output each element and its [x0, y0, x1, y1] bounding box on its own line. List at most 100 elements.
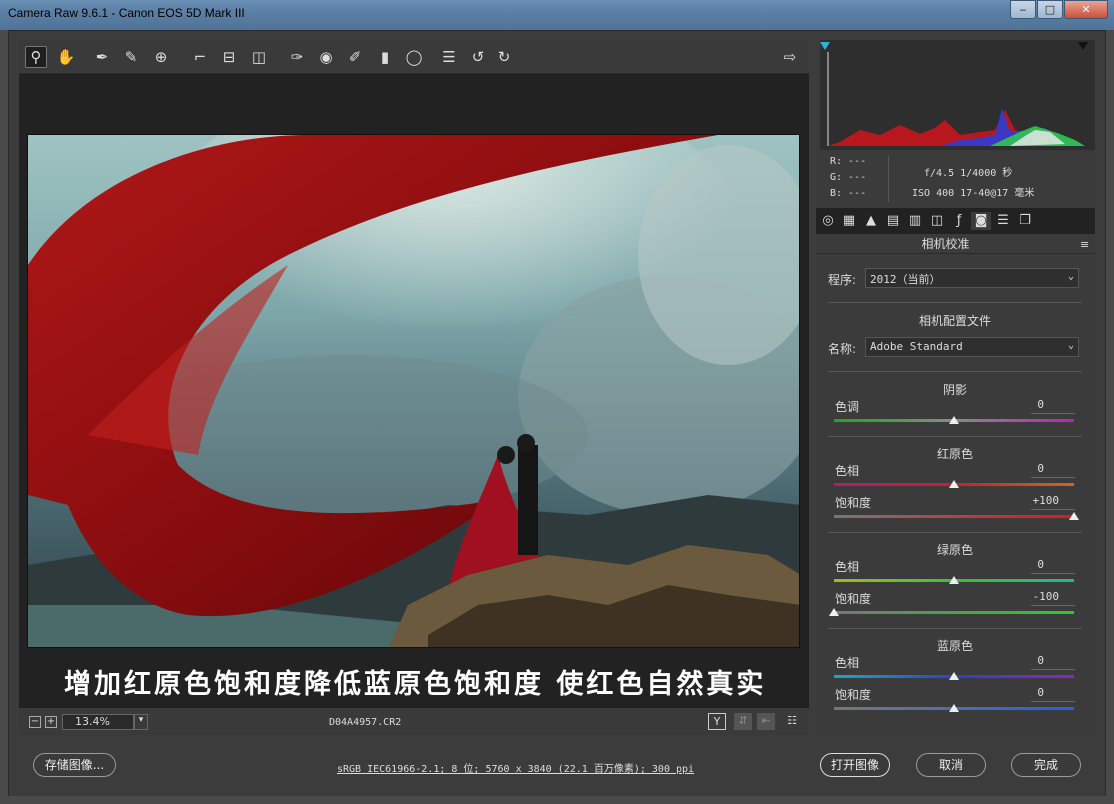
- red-saturation-slider[interactable]: [834, 515, 1074, 518]
- readout-b: B: ---: [830, 188, 867, 199]
- adjustment-brush-icon[interactable]: ✐: [344, 46, 366, 68]
- radial-filter-icon[interactable]: ◯: [403, 46, 425, 68]
- zoom-level-field[interactable]: 13.4%: [62, 714, 134, 730]
- shadows-header: 阴影: [942, 383, 967, 397]
- green-saturation-value[interactable]: -100: [1015, 590, 1060, 603]
- cancel-button[interactable]: 取消: [916, 753, 986, 777]
- blue-saturation-label: 饱和度: [835, 688, 872, 702]
- tool-bar: ⚲ ✋ ✒ ✎ ⊕ ⌐ ⊟ ◫ ✑ ◉ ✐ ▮ ◯ ☰ ↺ ↻ ⇨: [19, 40, 809, 74]
- exif-iso-lens: ISO 400 17-40@17 毫米: [912, 188, 1035, 199]
- green-primary-header: 绿原色: [936, 543, 973, 557]
- blue-primary-header: 蓝原色: [936, 639, 973, 653]
- value-underline: [1031, 669, 1075, 670]
- workflow-options-link[interactable]: sRGB IEC61966-2.1; 8 位; 5760 x 3840 (22.…: [337, 760, 694, 775]
- close-button[interactable]: ✕: [1064, 0, 1108, 19]
- before-after-button[interactable]: Y: [708, 713, 726, 730]
- white-balance-icon[interactable]: ✒: [91, 46, 113, 68]
- rotate-left-icon[interactable]: ↺: [467, 46, 489, 68]
- rotate-right-icon[interactable]: ↻: [493, 46, 515, 68]
- effects-tab-icon[interactable]: ƒ: [949, 212, 969, 230]
- basic-tab-icon[interactable]: ◎: [818, 212, 838, 230]
- panel-title: 相机校准: [921, 237, 970, 251]
- shadows-tint-value[interactable]: 0: [1000, 398, 1044, 411]
- red-eye-icon[interactable]: ◉: [315, 46, 337, 68]
- green-hue-label: 色相: [835, 560, 860, 574]
- tone-curve-tab-icon[interactable]: ▦: [839, 212, 859, 230]
- highlight-clipping-icon: [1078, 42, 1088, 50]
- histogram-graph: [820, 42, 1088, 146]
- snapshots-tab-icon[interactable]: ❐: [1015, 212, 1035, 230]
- window-controls: ‒ □ ✕: [1009, 0, 1108, 20]
- swap-settings-icon[interactable]: ⇵: [734, 713, 752, 730]
- red-hue-value[interactable]: 0: [1000, 462, 1044, 475]
- copy-settings-icon[interactable]: ⇤: [757, 713, 775, 730]
- blue-hue-thumb[interactable]: [949, 672, 959, 680]
- panel-menu-icon[interactable]: ≡: [1080, 238, 1089, 251]
- hand-icon[interactable]: ✋: [55, 46, 77, 68]
- open-image-button[interactable]: 打开图像: [820, 753, 890, 777]
- green-saturation-thumb[interactable]: [829, 608, 839, 616]
- divider: [828, 302, 1082, 303]
- blue-hue-value[interactable]: 0: [1000, 654, 1044, 667]
- blue-saturation-thumb[interactable]: [949, 704, 959, 712]
- preview-status-bar: − + 13.4% ▾ D04A4957.CR2 Y ⇵ ⇤ ☷: [19, 708, 809, 735]
- value-underline: [1031, 477, 1075, 478]
- file-name: D04A4957.CR2: [329, 717, 402, 728]
- profile-header: 相机配置文件: [918, 314, 991, 328]
- lens-corrections-tab-icon[interactable]: ◫: [927, 212, 947, 230]
- zoom-out-button[interactable]: −: [29, 716, 41, 728]
- window-title: Camera Raw 9.6.1 - Canon EOS 5D Mark III: [8, 6, 245, 20]
- profile-value: Adobe Standard: [870, 340, 963, 353]
- red-saturation-thumb[interactable]: [1069, 512, 1079, 520]
- straighten-icon[interactable]: ⊟: [218, 46, 240, 68]
- title-bar: Camera Raw 9.6.1 - Canon EOS 5D Mark III…: [0, 0, 1114, 30]
- zoom-icon[interactable]: ⚲: [25, 46, 47, 68]
- shadows-tint-thumb[interactable]: [949, 416, 959, 424]
- targeted-adjustment-icon[interactable]: ⊕: [150, 46, 172, 68]
- profile-select[interactable]: Adobe Standard ⌄: [865, 337, 1079, 357]
- panel-tabs: ◎ ▦ ▲ ▤ ▥ ◫ ƒ ◙ ☰ ❐: [816, 208, 1095, 234]
- split-toning-tab-icon[interactable]: ▥: [905, 212, 925, 230]
- value-underline: [1031, 573, 1075, 574]
- detail-tab-icon[interactable]: ▲: [861, 212, 881, 230]
- green-saturation-slider[interactable]: [834, 611, 1074, 614]
- process-select[interactable]: 2012（当前） ⌄: [865, 268, 1079, 288]
- red-saturation-value[interactable]: +100: [1015, 494, 1060, 507]
- green-saturation-label: 饱和度: [835, 592, 872, 606]
- save-image-button[interactable]: 存储图像...: [33, 753, 116, 777]
- readout-divider: [888, 156, 889, 202]
- open-preferences-icon[interactable]: ⇨: [779, 46, 801, 68]
- process-value: 2012（当前）: [870, 273, 941, 286]
- divider: [828, 436, 1082, 437]
- spot-removal-icon[interactable]: ✑: [286, 46, 308, 68]
- value-underline: [1031, 605, 1075, 606]
- preview-image[interactable]: [27, 134, 800, 648]
- minimize-button[interactable]: ‒: [1010, 0, 1036, 19]
- blue-saturation-value[interactable]: 0: [1000, 686, 1044, 699]
- blue-hue-label: 色相: [835, 656, 860, 670]
- green-hue-thumb[interactable]: [949, 576, 959, 584]
- transform-icon[interactable]: ◫: [248, 46, 270, 68]
- color-sampler-icon[interactable]: ✎: [120, 46, 142, 68]
- shadows-tint-label: 色调: [835, 400, 860, 414]
- divider: [828, 532, 1082, 533]
- zoom-dropdown-icon[interactable]: ▾: [134, 714, 148, 730]
- view-settings-icon[interactable]: ☷: [783, 713, 801, 730]
- value-underline: [1031, 509, 1075, 510]
- camera-calibration-tab-icon[interactable]: ◙: [971, 212, 991, 230]
- done-button[interactable]: 完成: [1011, 753, 1081, 777]
- maximize-button[interactable]: □: [1037, 0, 1063, 19]
- panel-title-divider: [816, 253, 1095, 254]
- green-hue-value[interactable]: 0: [1000, 558, 1044, 571]
- red-saturation-label: 饱和度: [835, 496, 872, 510]
- info-readout: R: --- G: --- B: --- f/4.5 1/4000 秒 ISO …: [820, 152, 1095, 206]
- divider: [828, 628, 1082, 629]
- shadow-clipping-icon: [820, 42, 830, 50]
- presets-tab-icon[interactable]: ☰: [993, 212, 1013, 230]
- zoom-in-button[interactable]: +: [45, 716, 57, 728]
- graduated-filter-icon[interactable]: ▮: [374, 46, 396, 68]
- hsl-tab-icon[interactable]: ▤: [883, 212, 903, 230]
- preferences-icon[interactable]: ☰: [438, 46, 460, 68]
- red-hue-thumb[interactable]: [949, 480, 959, 488]
- crop-icon[interactable]: ⌐: [189, 46, 211, 68]
